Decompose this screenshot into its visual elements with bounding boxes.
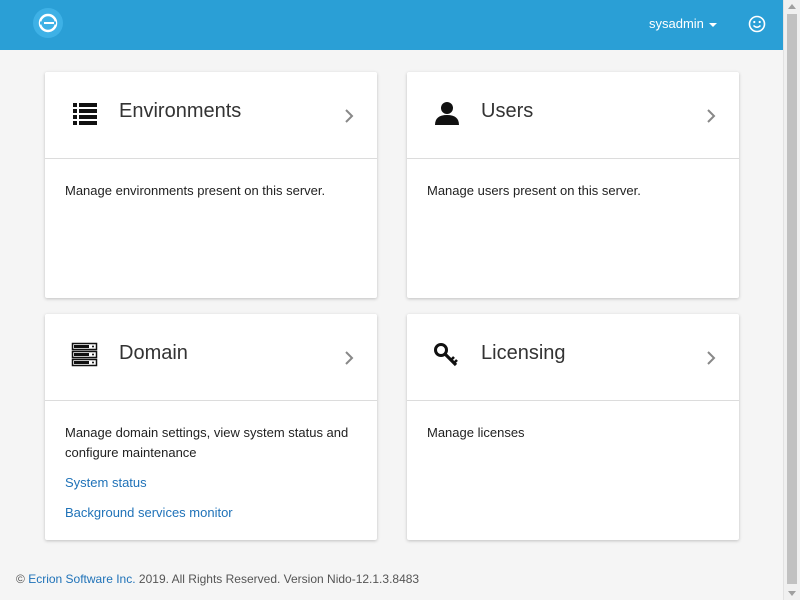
footer: © Ecrion Software Inc. 2019. All Rights … <box>16 572 419 586</box>
domain-description: Manage domain settings, view system stat… <box>65 425 349 460</box>
users-card-header[interactable]: Users <box>407 72 739 159</box>
environments-card-body: Manage environments present on this serv… <box>45 159 377 201</box>
environments-title: Environments <box>119 100 242 122</box>
users-card: Users Manage users present on this serve… <box>407 72 739 298</box>
chevron-right-icon <box>707 351 716 365</box>
users-description: Manage users present on this server. <box>427 183 641 198</box>
caret-down-icon <box>708 22 717 27</box>
chevron-right-icon <box>707 109 716 123</box>
key-icon <box>434 343 458 367</box>
domain-card-body: Manage domain settings, view system stat… <box>45 401 377 523</box>
licensing-description: Manage licenses <box>427 425 525 440</box>
scroll-down-arrow-icon[interactable] <box>788 591 796 596</box>
environments-description: Manage environments present on this serv… <box>65 183 326 198</box>
ecrion-logo-icon[interactable] <box>33 8 63 38</box>
licensing-title: Licensing <box>481 342 566 364</box>
scrollbar-thumb[interactable] <box>787 14 797 584</box>
list-icon <box>73 103 97 125</box>
scroll-up-arrow-icon[interactable] <box>788 4 796 9</box>
footer-text: 2019. All Rights Reserved. Version Nido-… <box>138 572 420 586</box>
system-status-link[interactable]: System status <box>65 473 357 493</box>
user-icon <box>435 102 459 125</box>
domain-card: Domain Manage domain settings, view syst… <box>45 314 377 540</box>
environments-card-header[interactable]: Environments <box>45 72 377 159</box>
username-label: sysadmin <box>649 16 704 31</box>
copyright-symbol: © <box>16 572 25 586</box>
domain-title: Domain <box>119 342 188 364</box>
users-card-body: Manage users present on this server. <box>407 159 739 201</box>
company-link[interactable]: Ecrion Software Inc. <box>28 572 135 586</box>
smiley-feedback-icon[interactable] <box>748 15 766 33</box>
licensing-card: Licensing Manage licenses <box>407 314 739 540</box>
chevron-right-icon <box>345 109 354 123</box>
domain-card-header[interactable]: Domain <box>45 314 377 401</box>
vertical-scrollbar[interactable] <box>783 0 800 600</box>
licensing-card-header[interactable]: Licensing <box>407 314 739 401</box>
environments-card: Environments Manage environments present… <box>45 72 377 298</box>
chevron-right-icon <box>345 351 354 365</box>
top-navbar: sysadmin <box>0 0 783 50</box>
background-services-monitor-link[interactable]: Background services monitor <box>65 503 357 523</box>
server-icon <box>71 342 98 367</box>
users-title: Users <box>481 100 534 122</box>
user-menu-dropdown[interactable]: sysadmin <box>649 16 717 31</box>
licensing-card-body: Manage licenses <box>407 401 739 443</box>
